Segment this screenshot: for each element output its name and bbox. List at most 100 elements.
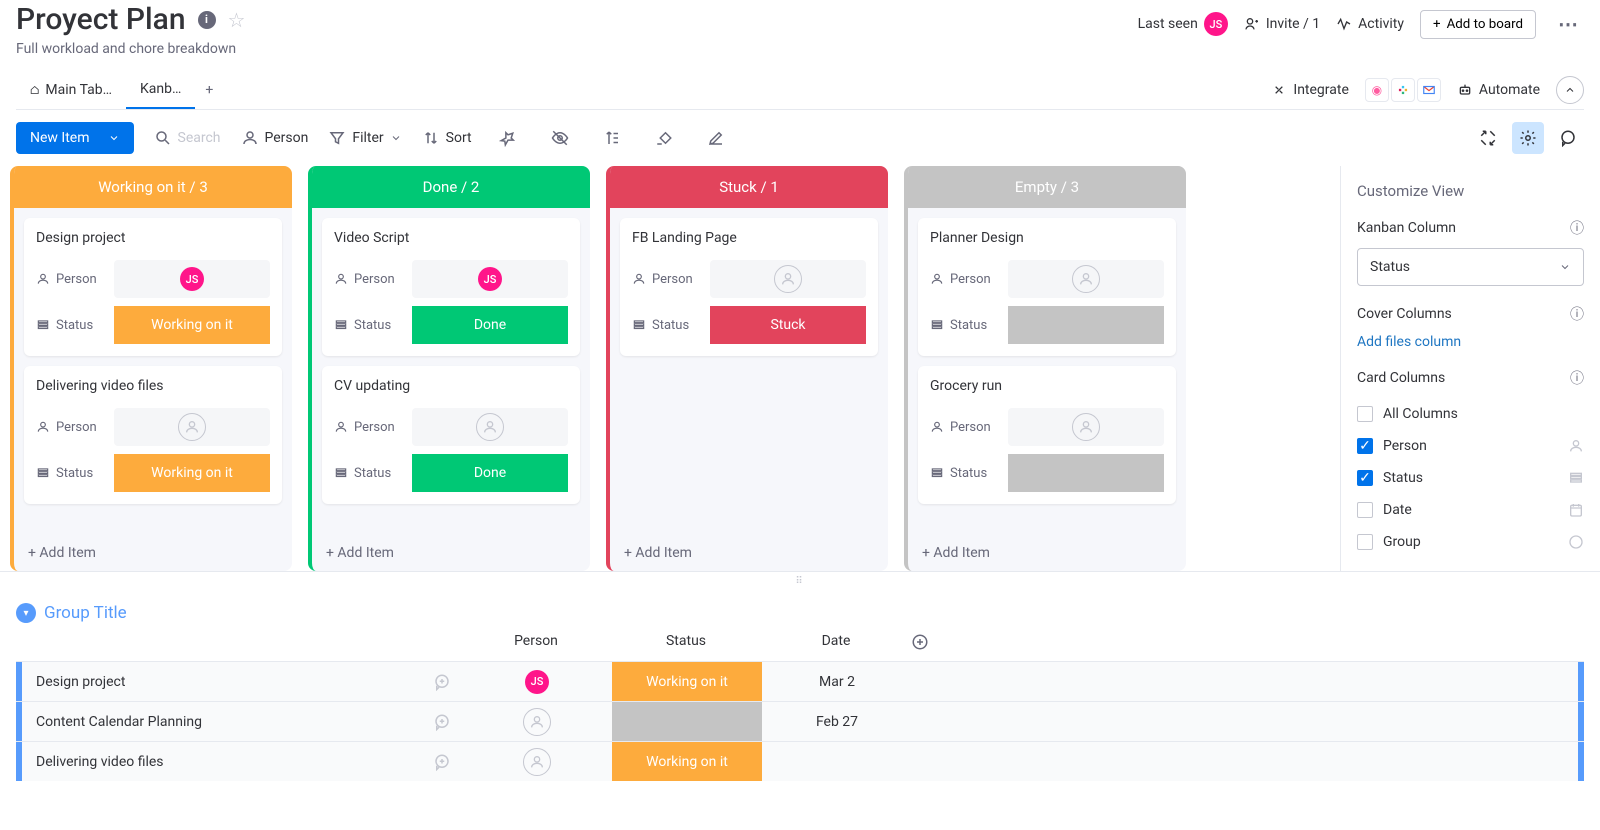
search-button[interactable]: Search — [154, 129, 221, 147]
invite-button[interactable]: Invite / 1 — [1244, 16, 1320, 32]
kanban-card[interactable]: Planner DesignPersonStatus — [918, 218, 1176, 356]
cell-chat[interactable] — [422, 662, 462, 701]
kanban-column-header[interactable]: Stuck / 1 — [610, 166, 888, 208]
checkbox[interactable]: ✓ — [1357, 470, 1373, 486]
star-icon[interactable]: ☆ — [228, 8, 246, 32]
automate-button[interactable]: Automate — [1457, 82, 1540, 98]
person-filter-button[interactable]: Person — [241, 129, 309, 147]
person-avatar[interactable]: JS — [525, 670, 549, 694]
cell-name[interactable]: Delivering video files — [22, 742, 422, 781]
checkbox[interactable]: ✓ — [1357, 438, 1373, 454]
integration-icon-1[interactable]: ◉ — [1365, 78, 1389, 102]
card-status-value[interactable] — [1008, 306, 1164, 344]
resize-handle[interactable]: ⠿ — [0, 571, 1600, 591]
edit-widget-button[interactable] — [700, 122, 732, 154]
table-row[interactable]: Delivering video files Working on it — [16, 741, 1584, 781]
info-icon[interactable]: i — [198, 11, 216, 29]
add-item-button[interactable]: + Add Item — [610, 535, 888, 571]
column-header-date[interactable]: Date — [761, 633, 911, 661]
add-item-button[interactable]: + Add Item — [14, 535, 292, 571]
cell-person[interactable]: JS — [462, 662, 612, 701]
table-row[interactable]: Design project JS Working on itMar 2 — [16, 661, 1584, 701]
card-column-option[interactable]: Date — [1357, 494, 1584, 526]
comments-button[interactable] — [1552, 122, 1584, 154]
card-status-value[interactable]: Done — [412, 454, 568, 492]
height-button[interactable] — [596, 122, 628, 154]
integration-icon-slack[interactable] — [1391, 78, 1415, 102]
color-button[interactable] — [648, 122, 680, 154]
person-empty-icon[interactable] — [476, 413, 504, 441]
add-to-board-button[interactable]: + Add to board — [1420, 10, 1536, 39]
cell-person[interactable] — [462, 742, 612, 781]
cell-date[interactable] — [762, 742, 912, 781]
kanban-card[interactable]: Delivering video filesPersonStatusWorkin… — [24, 366, 282, 504]
tab-kanban[interactable]: Kanb… — [126, 71, 195, 109]
person-empty-icon[interactable] — [774, 265, 802, 293]
cell-status[interactable]: Working on it — [612, 742, 762, 781]
settings-button[interactable] — [1512, 122, 1544, 154]
cell-date[interactable]: Mar 2 — [762, 662, 912, 701]
kanban-card[interactable]: Design projectPersonJSStatusWorking on i… — [24, 218, 282, 356]
person-empty-icon[interactable] — [523, 748, 551, 776]
info-icon[interactable]: ⓘ — [1570, 218, 1584, 238]
card-person-value[interactable] — [710, 260, 866, 298]
cell-date[interactable]: Feb 27 — [762, 702, 912, 741]
cell-chat[interactable] — [422, 742, 462, 781]
kanban-card[interactable]: FB Landing PagePersonStatusStuck — [620, 218, 878, 356]
card-status-value[interactable]: Stuck — [710, 306, 866, 344]
cell-person[interactable] — [462, 702, 612, 741]
pin-button[interactable] — [492, 122, 524, 154]
table-row[interactable]: Content Calendar Planning Feb 27 — [16, 701, 1584, 741]
column-header-person[interactable]: Person — [461, 633, 611, 661]
info-icon[interactable]: ⓘ — [1570, 368, 1584, 388]
person-empty-icon[interactable] — [1072, 265, 1100, 293]
kanban-card[interactable]: CV updatingPersonStatusDone — [322, 366, 580, 504]
card-column-option[interactable]: ✓Status — [1357, 462, 1584, 494]
card-person-value[interactable]: JS — [412, 260, 568, 298]
person-avatar[interactable]: JS — [478, 267, 502, 291]
activity-button[interactable]: Activity — [1336, 16, 1404, 32]
new-item-button[interactable]: New Item — [16, 122, 134, 154]
kanban-card[interactable]: Video ScriptPersonJSStatusDone — [322, 218, 580, 356]
cell-name[interactable]: Content Calendar Planning — [22, 702, 422, 741]
card-column-option[interactable]: ✓Person — [1357, 430, 1584, 462]
cell-name[interactable]: Design project — [22, 662, 422, 701]
column-header-status[interactable]: Status — [611, 633, 761, 661]
card-person-value[interactable] — [114, 408, 270, 446]
sort-button[interactable]: Sort — [422, 129, 472, 147]
card-person-value[interactable] — [1008, 260, 1164, 298]
person-avatar[interactable]: JS — [180, 267, 204, 291]
kanban-column-header[interactable]: Done / 2 — [312, 166, 590, 208]
integration-icon-gmail[interactable] — [1417, 78, 1441, 102]
group-title[interactable]: Group Title — [44, 603, 127, 623]
checkbox[interactable] — [1357, 406, 1373, 422]
person-empty-icon[interactable] — [178, 413, 206, 441]
filter-button[interactable]: Filter — [328, 129, 401, 147]
fullscreen-button[interactable] — [1472, 122, 1504, 154]
group-collapse-button[interactable]: ▾ — [16, 603, 36, 623]
kanban-card[interactable]: Grocery runPersonStatus — [918, 366, 1176, 504]
kanban-column-header[interactable]: Working on it / 3 — [14, 166, 292, 208]
person-empty-icon[interactable] — [523, 708, 551, 736]
card-person-value[interactable] — [1008, 408, 1164, 446]
integrate-button[interactable]: Integrate — [1271, 82, 1349, 98]
card-column-option[interactable]: All Columns — [1357, 398, 1584, 430]
cell-status[interactable] — [612, 702, 762, 741]
card-status-value[interactable]: Done — [412, 306, 568, 344]
card-column-option[interactable]: Group — [1357, 526, 1584, 558]
add-column-button[interactable] — [911, 633, 951, 661]
checkbox[interactable] — [1357, 502, 1373, 518]
more-menu-button[interactable]: ⋯ — [1552, 8, 1584, 40]
hide-button[interactable] — [544, 122, 576, 154]
checkbox[interactable] — [1357, 534, 1373, 550]
add-files-column-link[interactable]: Add files column — [1357, 334, 1584, 350]
card-person-value[interactable]: JS — [114, 260, 270, 298]
kanban-column-header[interactable]: Empty / 3 — [908, 166, 1186, 208]
cell-status[interactable]: Working on it — [612, 662, 762, 701]
card-status-value[interactable] — [1008, 454, 1164, 492]
last-seen[interactable]: Last seen JS — [1138, 12, 1228, 36]
tab-main-table[interactable]: Main Tab… — [16, 72, 126, 108]
card-status-value[interactable]: Working on it — [114, 306, 270, 344]
card-person-value[interactable] — [412, 408, 568, 446]
card-status-value[interactable]: Working on it — [114, 454, 270, 492]
